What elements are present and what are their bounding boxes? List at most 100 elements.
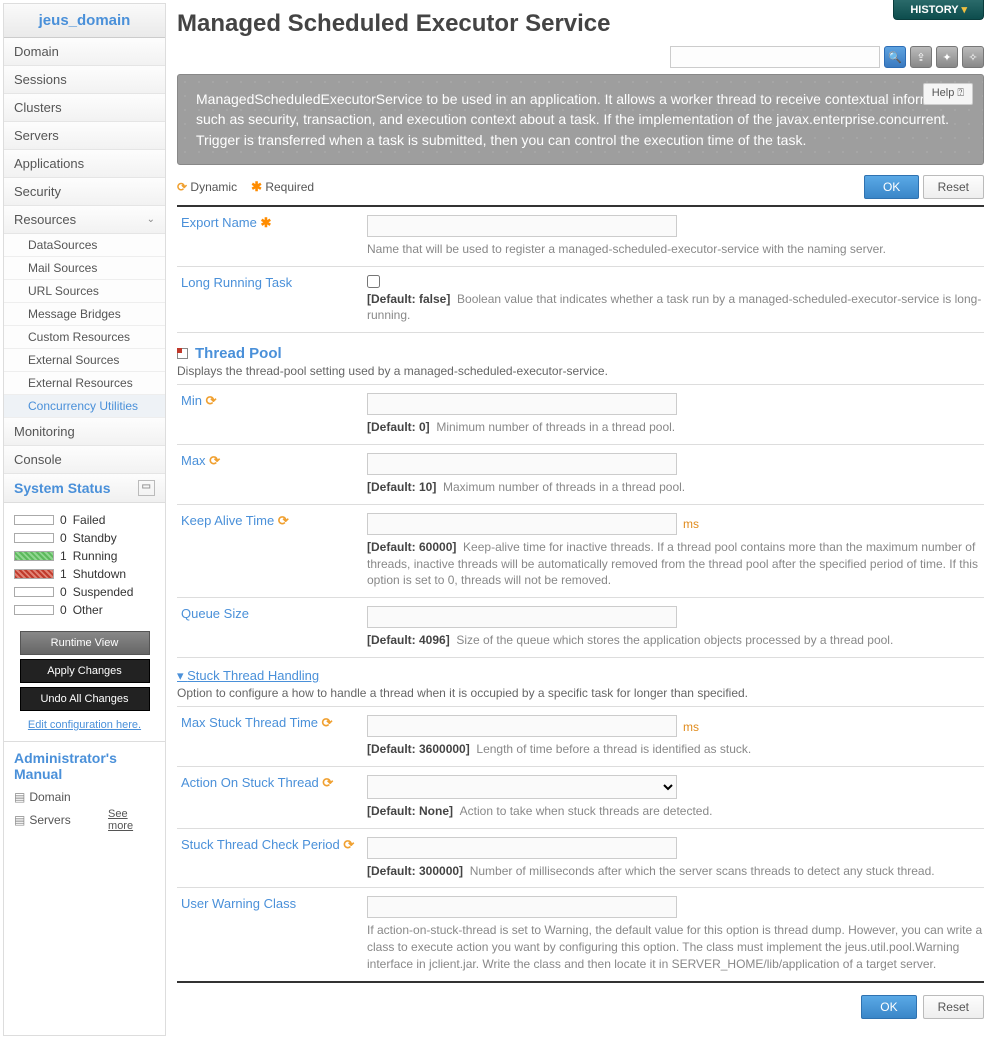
max-input[interactable]	[367, 453, 677, 475]
required-icon: ✱	[251, 179, 262, 194]
page-title: Managed Scheduled Executor Service	[177, 0, 984, 46]
swatch-suspended	[14, 587, 54, 597]
export-name-input[interactable]	[367, 215, 677, 237]
nav-clusters[interactable]: Clusters	[4, 94, 165, 122]
max-label: Max ⟳	[177, 453, 367, 496]
dynamic-icon: ⟳	[177, 180, 187, 194]
export-name-label: Export Name ✱	[177, 215, 367, 258]
nav-console[interactable]: Console	[4, 446, 165, 474]
queue-size-input[interactable]	[367, 606, 677, 628]
thread-pool-desc: Displays the thread-pool setting used by…	[177, 364, 984, 385]
manual-title: Administrator's Manual	[14, 750, 155, 788]
dynamic-icon: ⟳	[343, 837, 354, 852]
swatch-other	[14, 605, 54, 615]
keep-alive-input[interactable]	[367, 513, 677, 535]
apply-changes-button[interactable]: Apply Changes	[20, 659, 150, 683]
nav-security[interactable]: Security	[4, 178, 165, 206]
see-more-link[interactable]: See more	[108, 808, 155, 832]
search-icon[interactable]: 🔍	[884, 46, 906, 68]
history-button[interactable]: HISTORY	[893, 0, 984, 20]
long-running-label: Long Running Task	[177, 275, 367, 325]
nav-resources[interactable]: Resources ⌄	[4, 206, 165, 234]
dynamic-icon: ⟳	[209, 453, 220, 468]
long-running-checkbox[interactable]	[367, 275, 380, 288]
swatch-standby	[14, 533, 54, 543]
toolbar: 🔍 ⇪ ✦ ✧	[177, 46, 984, 74]
reset-button-bottom[interactable]: Reset	[923, 995, 984, 1019]
swatch-failed	[14, 515, 54, 525]
manual-section: Administrator's Manual ▤Domain ▤Servers …	[4, 741, 165, 842]
book-icon: ▤	[14, 813, 25, 827]
sub-ext-src[interactable]: External Sources	[4, 349, 165, 372]
max-stuck-label: Max Stuck Thread Time ⟳	[177, 715, 367, 758]
help-button[interactable]: Help ⍰	[923, 83, 973, 105]
check-period-label: Stuck Thread Check Period ⟳	[177, 837, 367, 880]
unit-ms: ms	[683, 517, 699, 531]
long-running-default: [Default: false]	[367, 292, 450, 306]
xml2-icon[interactable]: ✧	[962, 46, 984, 68]
dynamic-icon: ⟳	[322, 715, 333, 730]
queue-size-label: Queue Size	[177, 606, 367, 649]
stuck-thread-desc: Option to configure a how to handle a th…	[177, 686, 984, 707]
chevron-down-icon: ⌄	[147, 214, 155, 225]
warning-class-hint: If action-on-stuck-thread is set to Warn…	[367, 922, 984, 972]
system-status-title: System Status ▭	[4, 474, 165, 503]
nav-resources-label: Resources	[14, 212, 76, 227]
swatch-shutdown	[14, 569, 54, 579]
ok-button-bottom[interactable]: OK	[861, 995, 916, 1019]
warning-class-input[interactable]	[367, 896, 677, 918]
nav-servers[interactable]: Servers	[4, 122, 165, 150]
main-content: HISTORY Managed Scheduled Executor Servi…	[169, 0, 992, 1039]
dynamic-label: Dynamic	[190, 180, 237, 194]
export-icon[interactable]: ⇪	[910, 46, 932, 68]
dynamic-icon: ⟳	[322, 775, 333, 790]
required-icon: ✱	[261, 215, 272, 230]
nav-monitoring[interactable]: Monitoring	[4, 418, 165, 446]
runtime-view-button[interactable]: Runtime View	[20, 631, 150, 655]
edit-config-link[interactable]: Edit configuration here.	[4, 715, 165, 741]
required-label: Required	[265, 180, 314, 194]
keep-alive-label: Keep Alive Time ⟳	[177, 513, 367, 589]
sub-url[interactable]: URL Sources	[4, 280, 165, 303]
stuck-thread-header[interactable]: Stuck Thread Handling	[177, 658, 984, 686]
manual-servers[interactable]: ▤Servers See more	[14, 806, 155, 834]
dynamic-icon: ⟳	[206, 393, 217, 408]
book-icon: ▤	[14, 790, 25, 804]
desc-box: ManagedScheduledExecutorService to be us…	[177, 74, 984, 165]
min-input[interactable]	[367, 393, 677, 415]
domain-header[interactable]: jeus_domain	[4, 4, 165, 38]
sub-bridges[interactable]: Message Bridges	[4, 303, 165, 326]
nav-domain[interactable]: Domain	[4, 38, 165, 66]
min-label: Min ⟳	[177, 393, 367, 436]
undo-changes-button[interactable]: Undo All Changes	[20, 687, 150, 711]
nav-applications[interactable]: Applications	[4, 150, 165, 178]
warning-class-label: User Warning Class	[177, 896, 367, 972]
manual-domain[interactable]: ▤Domain	[14, 788, 155, 806]
thread-pool-header: Thread Pool	[177, 333, 984, 364]
status-box: 0Failed 0Standby 1Running 1Shutdown 0Sus…	[4, 503, 165, 627]
sub-concurrency[interactable]: Concurrency Utilities	[4, 395, 165, 418]
check-period-input[interactable]	[367, 837, 677, 859]
sidebar: jeus_domain Domain Sessions Clusters Ser…	[3, 3, 166, 1036]
ok-button-top[interactable]: OK	[864, 175, 919, 199]
nav-sessions[interactable]: Sessions	[4, 66, 165, 94]
reset-button-top[interactable]: Reset	[923, 175, 984, 199]
sub-mail[interactable]: Mail Sources	[4, 257, 165, 280]
action-stuck-select[interactable]	[367, 775, 677, 799]
desc-text: ManagedScheduledExecutorService to be us…	[196, 91, 962, 148]
long-running-hint: Boolean value that indicates whether a t…	[367, 292, 981, 323]
monitor-icon[interactable]: ▭	[138, 480, 155, 496]
sub-custom[interactable]: Custom Resources	[4, 326, 165, 349]
max-stuck-input[interactable]	[367, 715, 677, 737]
dynamic-icon: ⟳	[278, 513, 289, 528]
sub-ext-res[interactable]: External Resources	[4, 372, 165, 395]
unit-ms: ms	[683, 720, 699, 734]
sub-datasources[interactable]: DataSources	[4, 234, 165, 257]
swatch-running	[14, 551, 54, 561]
xml-icon[interactable]: ✦	[936, 46, 958, 68]
export-name-hint: Name that will be used to register a man…	[367, 241, 984, 258]
action-stuck-label: Action On Stuck Thread ⟳	[177, 775, 367, 820]
system-status-label: System Status	[14, 480, 110, 496]
section-icon	[177, 348, 188, 359]
search-input[interactable]	[670, 46, 880, 68]
